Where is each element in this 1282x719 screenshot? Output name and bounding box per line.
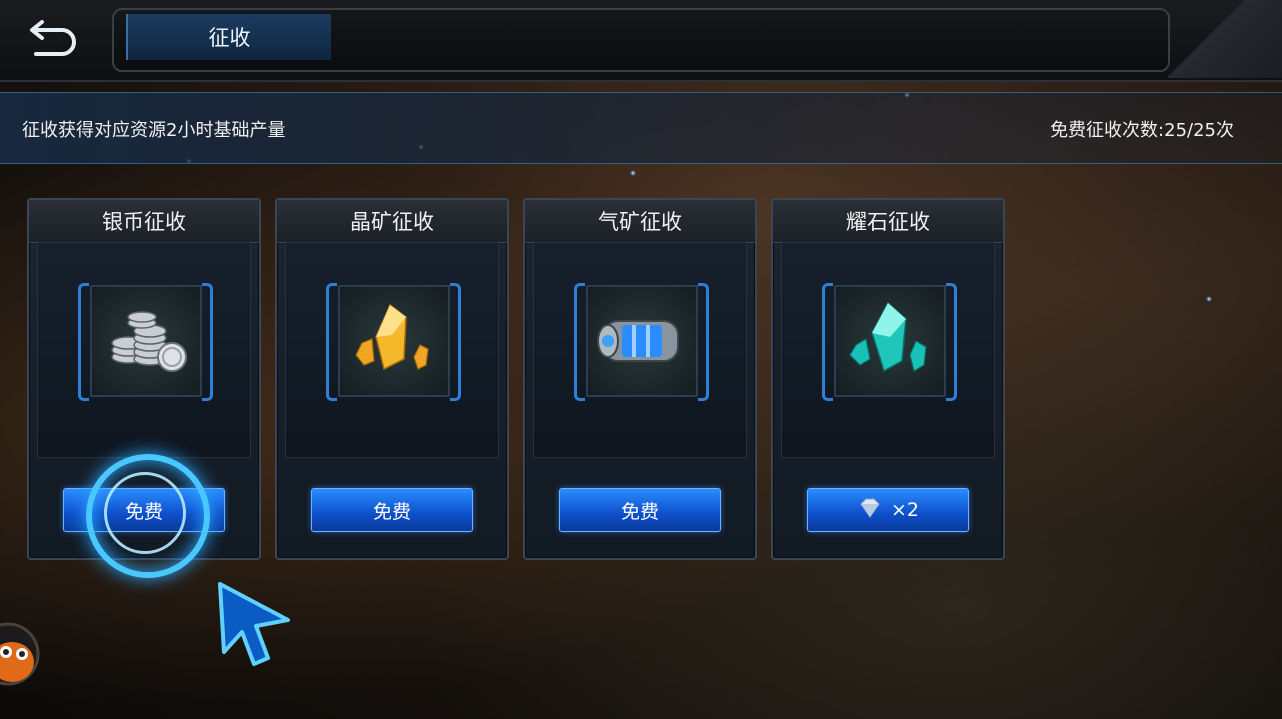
silver-coins-icon bbox=[111, 311, 187, 372]
card-gas-collection: 气矿征收 免费 bbox=[523, 198, 757, 560]
card-glowstone-collection: 耀石征收 ×2 bbox=[771, 198, 1005, 560]
free-collect-button[interactable]: 免费 bbox=[311, 488, 473, 532]
frame-bracket bbox=[450, 283, 461, 401]
button-label: 免费 bbox=[124, 500, 163, 523]
icon-frame bbox=[834, 285, 946, 397]
card-title: 气矿征收 bbox=[525, 200, 755, 243]
card-body bbox=[285, 242, 499, 458]
icon-frame bbox=[338, 285, 450, 397]
star bbox=[1206, 296, 1212, 302]
frame-bracket bbox=[574, 283, 585, 401]
frame-bracket bbox=[946, 283, 957, 401]
card-body bbox=[37, 242, 251, 458]
free-collection-count: 免费征收次数:25/25次 bbox=[1050, 120, 1234, 141]
collection-description: 征收获得对应资源2小时基础产量 bbox=[22, 120, 286, 141]
gas-canister-icon bbox=[597, 320, 679, 362]
card-title: 晶矿征收 bbox=[277, 200, 507, 243]
star bbox=[630, 170, 636, 176]
frame-bracket bbox=[698, 283, 709, 401]
back-arrow-icon bbox=[30, 20, 76, 56]
tutorial-pointer-icon bbox=[214, 578, 294, 668]
corner-decoration bbox=[1166, 0, 1282, 78]
diamond-icon bbox=[857, 498, 883, 523]
frame-bracket bbox=[326, 283, 337, 401]
frame-bracket bbox=[78, 283, 89, 401]
button-label: 免费 bbox=[620, 500, 659, 523]
free-collect-button[interactable]: 免费 bbox=[63, 488, 225, 532]
back-button[interactable] bbox=[22, 12, 84, 60]
free-collect-button[interactable]: 免费 bbox=[559, 488, 721, 532]
card-title: 耀石征收 bbox=[773, 200, 1003, 243]
pet-avatar[interactable] bbox=[0, 618, 44, 690]
icon-frame bbox=[586, 285, 698, 397]
button-label: ×2 bbox=[890, 499, 919, 521]
frame-bracket bbox=[822, 283, 833, 401]
card-crystal-collection: 晶矿征收 免费 bbox=[275, 198, 509, 560]
top-bar: 征收 bbox=[0, 0, 1282, 82]
diamond-collect-button[interactable]: ×2 bbox=[807, 488, 969, 532]
icon-frame bbox=[90, 285, 202, 397]
crystal-ore-icon bbox=[355, 303, 429, 371]
card-body bbox=[781, 242, 995, 458]
cyan-crystal-icon bbox=[849, 301, 927, 373]
pet-icon bbox=[0, 622, 40, 686]
card-title: 银币征收 bbox=[29, 200, 259, 243]
page-title: 征收 bbox=[126, 14, 331, 60]
button-label: 免费 bbox=[372, 500, 411, 523]
card-silver-collection: 银币征收 免费 bbox=[27, 198, 261, 560]
card-body bbox=[533, 242, 747, 458]
frame-bracket bbox=[202, 283, 213, 401]
